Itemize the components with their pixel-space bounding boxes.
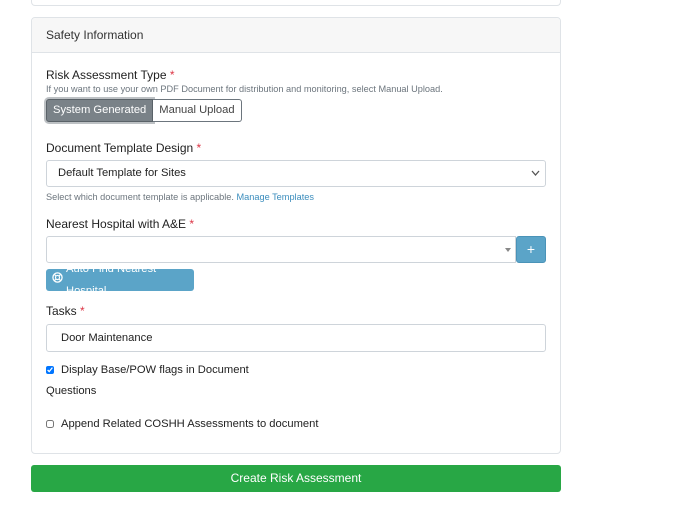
auto-find-label: Auto Find Nearest Hospital: [66, 263, 157, 297]
questions-label: Questions: [46, 385, 97, 397]
template-select-value: Default Template for Sites: [58, 167, 186, 179]
tasks-label-text: Tasks: [46, 304, 77, 318]
tasks-input[interactable]: Door Maintenance: [46, 324, 546, 352]
display-flags-checkbox[interactable]: [46, 366, 54, 374]
display-flags-label: Display Base/POW flags in Document: [61, 364, 249, 376]
append-coshh-checkbox[interactable]: [46, 420, 54, 428]
previous-card-bottom: [31, 0, 561, 6]
caret-down-icon: [505, 248, 511, 252]
append-coshh-label: Append Related COSHH Assessments to docu…: [61, 418, 319, 430]
chevron-down-icon: [531, 161, 540, 196]
create-risk-assessment-button[interactable]: Create Risk Assessment: [31, 465, 561, 492]
auto-find-hospital-button[interactable]: Auto Find Nearest Hospital: [46, 263, 194, 297]
tasks-label: Tasks *: [46, 304, 85, 318]
risk-type-label: Risk Assessment Type *: [46, 68, 175, 82]
template-label-text: Document Template Design: [46, 141, 194, 155]
card-header: Safety Information: [32, 18, 560, 53]
template-help-text: Select which document template is applic…: [46, 192, 234, 202]
risk-type-help: If you want to use your own PDF Document…: [46, 84, 443, 94]
manage-templates-link[interactable]: Manage Templates: [237, 192, 314, 202]
required-marker: *: [80, 304, 85, 318]
required-marker: *: [196, 141, 202, 155]
template-help: Select which document template is applic…: [46, 192, 314, 202]
hospital-label: Nearest Hospital with A&E *: [46, 217, 194, 231]
template-select[interactable]: Default Template for Sites: [46, 160, 546, 187]
required-marker: *: [169, 68, 175, 82]
safety-information-card: Safety Information Risk Assessment Type …: [31, 17, 561, 454]
template-label: Document Template Design *: [46, 141, 201, 155]
life-ring-icon: [52, 269, 66, 291]
risk-type-label-text: Risk Assessment Type: [46, 68, 167, 82]
system-generated-button[interactable]: System Generated: [46, 99, 154, 122]
risk-type-toggle: System Generated Manual Upload: [46, 99, 242, 122]
add-hospital-button[interactable]: +: [516, 236, 546, 263]
hospital-label-text: Nearest Hospital with A&E: [46, 217, 187, 231]
required-marker: *: [189, 217, 195, 231]
manual-upload-button[interactable]: Manual Upload: [153, 99, 242, 122]
